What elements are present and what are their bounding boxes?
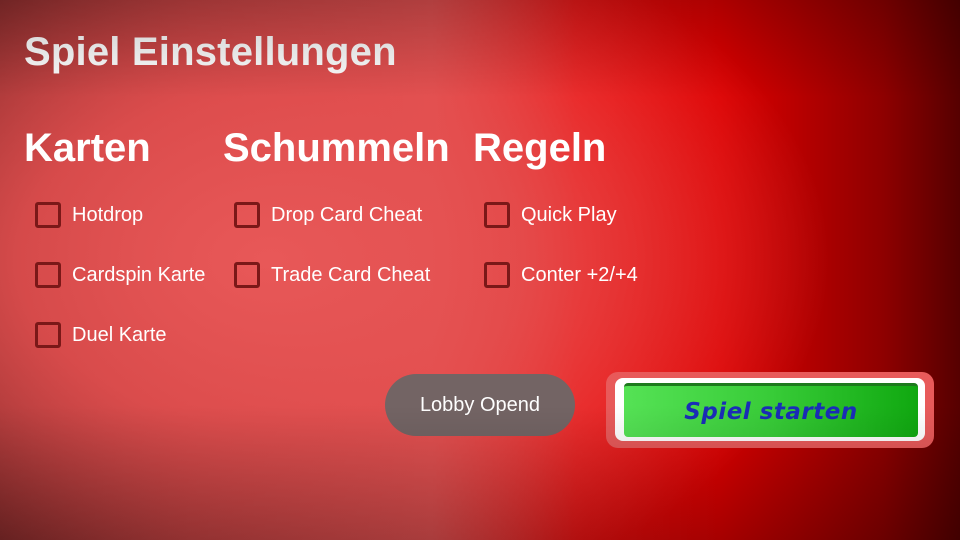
column-heading-regeln: Regeln (473, 126, 607, 170)
option-label: Conter +2/+4 (521, 263, 638, 286)
checkbox[interactable] (234, 262, 260, 288)
page-title: Spiel Einstellungen (24, 30, 397, 74)
option-label: Trade Card Cheat (271, 263, 431, 286)
option-drop-card-cheat[interactable]: Drop Card Cheat (223, 200, 422, 230)
option-label: Drop Card Cheat (271, 203, 423, 226)
option-label: Cardspin Karte (72, 263, 206, 286)
checkbox[interactable] (234, 202, 260, 228)
checkbox[interactable] (35, 262, 61, 288)
option-hotdrop[interactable]: Hotdrop (24, 200, 143, 230)
option-label: Hotdrop (72, 203, 144, 226)
option-duel-karte[interactable]: Duel Karte (24, 320, 167, 350)
option-conter[interactable]: Conter +2/+4 (473, 260, 638, 290)
checkbox[interactable] (35, 322, 61, 348)
checkbox[interactable] (484, 202, 510, 228)
option-cardspin-karte[interactable]: Cardspin Karte (24, 260, 205, 290)
option-trade-card-cheat[interactable]: Trade Card Cheat (223, 260, 430, 290)
column-heading-schummeln: Schummeln (223, 126, 450, 170)
column-heading-karten: Karten (24, 126, 151, 170)
option-quick-play[interactable]: Quick Play (473, 200, 617, 230)
option-label: Quick Play (521, 203, 617, 226)
checkbox[interactable] (484, 262, 510, 288)
checkbox[interactable] (35, 202, 61, 228)
lobby-button[interactable]: Lobby Opend (385, 374, 575, 436)
option-label: Duel Karte (72, 323, 167, 346)
start-game-button[interactable]: Spiel starten (624, 383, 918, 437)
